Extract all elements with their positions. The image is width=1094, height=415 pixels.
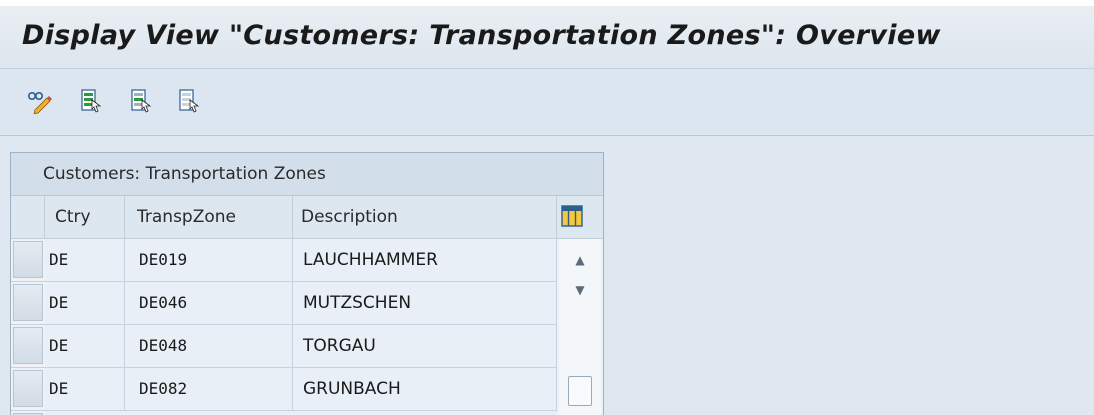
sap-screen: Display View "Customers: Transportation … <box>0 0 1094 415</box>
select-all-icon <box>81 89 102 113</box>
select-block-button[interactable] <box>128 87 154 115</box>
column-header-row: Ctry TranspZone Description <box>11 196 603 239</box>
column-header-ctry[interactable]: Ctry <box>45 196 125 238</box>
table-body: DE DE019 LAUCHHAMMER DE DE046 MUTZSCHEN … <box>11 239 603 411</box>
cell-ctry: DE <box>45 325 125 367</box>
scroll-down-arrow-icon[interactable]: ▼ <box>571 283 589 297</box>
table-title-bar: Customers: Transportation Zones <box>11 153 603 196</box>
cell-transpzone: DE046 <box>125 282 293 324</box>
cell-ctry: DE <box>45 239 125 281</box>
application-toolbar <box>0 69 1094 136</box>
cell-ctry: DE <box>45 368 125 410</box>
deselect-all-button[interactable] <box>176 87 202 115</box>
scroll-up-arrow-icon[interactable]: ▲ <box>571 253 589 267</box>
row-selector[interactable] <box>13 327 43 364</box>
cell-description: TORGAU <box>293 325 557 367</box>
row-selector[interactable] <box>13 370 43 407</box>
table-settings-button[interactable] <box>561 205 583 227</box>
cell-transpzone: DE019 <box>125 239 293 281</box>
table-row[interactable]: DE DE048 TORGAU <box>11 325 557 368</box>
column-header-description[interactable]: Description <box>293 196 557 238</box>
table-control: Customers: Transportation Zones Ctry Tra… <box>10 152 604 415</box>
display-change-button[interactable] <box>26 87 52 115</box>
select-block-icon <box>131 89 152 113</box>
scroll-thumb[interactable] <box>568 376 592 406</box>
vertical-scrollbar[interactable]: ▲ ▼ <box>559 239 601 415</box>
select-all-rows-cell[interactable] <box>11 196 45 238</box>
column-header-transpzone[interactable]: TranspZone <box>125 196 293 238</box>
select-all-button[interactable] <box>78 87 104 115</box>
table-row[interactable]: DE DE082 GRUNBACH <box>11 368 557 411</box>
table-row[interactable]: DE DE046 MUTZSCHEN <box>11 282 557 325</box>
table-settings-icon <box>561 205 583 227</box>
page-title: Display View "Customers: Transportation … <box>22 20 941 51</box>
cell-description: LAUCHHAMMER <box>293 239 557 281</box>
cell-description: GRUNBACH <box>293 368 557 410</box>
content-area: Customers: Transportation Zones Ctry Tra… <box>0 136 1094 415</box>
cell-description: MUTZSCHEN <box>293 282 557 324</box>
display-change-icon <box>27 92 52 114</box>
table-title: Customers: Transportation Zones <box>43 164 326 184</box>
partial-table-row <box>11 411 557 415</box>
deselect-all-icon <box>179 89 200 113</box>
cell-transpzone: DE082 <box>125 368 293 410</box>
row-selector[interactable] <box>13 241 43 278</box>
row-selector[interactable] <box>13 284 43 321</box>
table-row[interactable]: DE DE019 LAUCHHAMMER <box>11 239 557 282</box>
cell-transpzone: DE048 <box>125 325 293 367</box>
cell-ctry: DE <box>45 282 125 324</box>
title-bar: Display View "Customers: Transportation … <box>0 6 1094 69</box>
